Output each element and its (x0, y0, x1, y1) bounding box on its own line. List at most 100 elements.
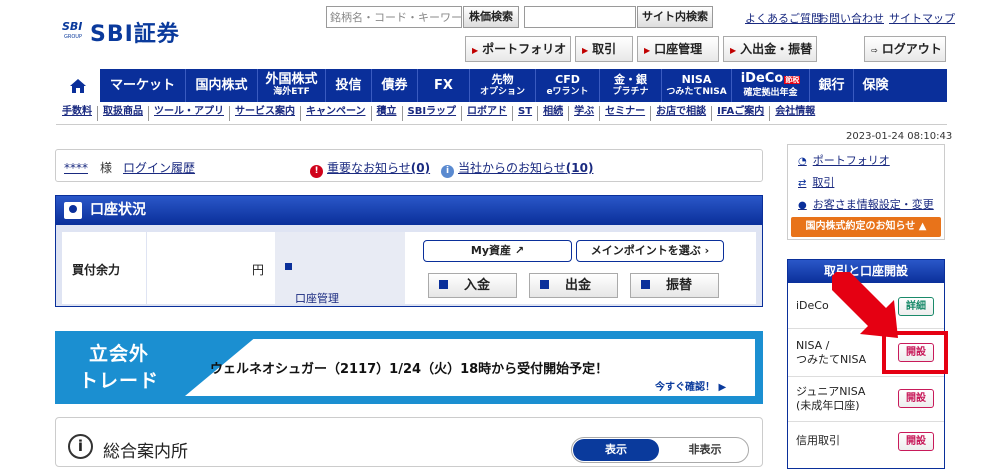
junior-nisa-row: ジュニアNISA (未成年口座) 開設 (788, 377, 944, 422)
deposit-transfer-button[interactable]: ▶ 入出金・振替 (723, 36, 817, 62)
nav-domestic-stock[interactable]: 国内株式 (186, 69, 258, 102)
subnav-link[interactable]: 積立 (372, 106, 403, 121)
subnav-link[interactable]: SBIラップ (403, 106, 463, 121)
banner-title-line2: トレード (79, 370, 160, 392)
account-transfer-button[interactable]: 振替 (630, 273, 719, 298)
sidebar-portfolio-link[interactable]: ◔ ポートフォリオ (798, 152, 890, 168)
deposit-button[interactable]: 入金 (428, 273, 517, 298)
nav-insurance[interactable]: 保険 (854, 69, 897, 102)
account-management-button[interactable]: ▶ 口座管理 (637, 36, 719, 62)
stock-search-button[interactable]: 株価検索 (463, 6, 519, 28)
company-notice-link[interactable]: i 当社からのお知らせ(10) (441, 159, 593, 178)
nav-label: 国内株式 (195, 78, 248, 93)
logo-mark: SBI (62, 20, 83, 33)
nav-nisa[interactable]: NISA つみたてNISA (662, 69, 732, 102)
buying-power-label: 買付余力 (72, 263, 121, 277)
subnav-link[interactable]: キャンペーン (301, 106, 372, 121)
subnav-link[interactable]: 会社情報 (770, 106, 820, 121)
nav-futures[interactable]: 先物 オプション (470, 69, 536, 102)
hide-toggle[interactable]: 非表示 (662, 439, 748, 461)
nav-funds[interactable]: 投信 (326, 69, 372, 102)
account-mgmt-cell: 口座管理 (275, 232, 405, 305)
withdraw-button[interactable]: 出金 (529, 273, 618, 298)
nav-cfd[interactable]: CFD eワラント (536, 69, 600, 102)
nav-market[interactable]: マーケット (100, 69, 186, 102)
banner-check-link[interactable]: 今すぐ確認！ ▶ (655, 378, 726, 393)
swap-icon: ⇄ (798, 178, 807, 189)
nav-bank[interactable]: 銀行 (810, 69, 854, 102)
off-floor-trade-banner[interactable]: 立会外トレード ウェルネオシュガー（2117）1/24（火）18時から受付開始予… (55, 331, 763, 404)
account-status-title: 口座状況 (90, 202, 146, 218)
contact-link[interactable]: お問い合わせ (818, 10, 884, 26)
tax-badge: 節税 (784, 75, 801, 84)
account-mgmt-link[interactable]: 口座管理 (285, 261, 339, 305)
triangle-icon: ▶ (644, 46, 651, 55)
domestic-notice-label: 国内株式約定のお知らせ (805, 221, 916, 232)
sidebar-trade-link[interactable]: ⇄ 取引 (798, 174, 834, 190)
subnav-link[interactable]: ツール・アプリ (149, 106, 230, 121)
deposit-label: 入金 (464, 278, 491, 293)
main-point-label: メインポイントを選ぶ (590, 244, 701, 257)
row-name: 信用取引 (796, 434, 840, 447)
nav-fx[interactable]: FX (418, 69, 470, 102)
subnav-link[interactable]: ST (513, 106, 539, 121)
nav-label: 金・銀 (614, 72, 647, 86)
logout-button[interactable]: ⇨ ログアウト (864, 36, 946, 62)
show-hide-toggle: 表示 非表示 (571, 437, 749, 463)
margin-open-button[interactable]: 開設 (898, 432, 934, 451)
junior-nisa-open-button[interactable]: 開設 (898, 389, 934, 408)
margin-trading-row: 信用取引 開設 (788, 422, 944, 462)
nav-label: iDeCo (740, 70, 784, 86)
sitemap-link[interactable]: サイトマップ (889, 10, 955, 26)
site-search-button[interactable]: サイト内検索 (637, 6, 713, 28)
subnav-link[interactable]: ロボアド (462, 106, 514, 121)
sub-nav: 手数料 取扱商品 ツール・アプリ サービス案内 キャンペーン 積立 SBIラップ… (62, 106, 942, 121)
subnav-link[interactable]: お店で相談 (651, 106, 713, 121)
my-assets-button[interactable]: My資産 ↗ (423, 240, 572, 262)
main-point-button[interactable]: メインポイントを選ぶ › (576, 240, 724, 262)
nav-label: 先物 (491, 72, 514, 86)
subnav-link[interactable]: サービス案内 (230, 106, 301, 121)
show-toggle[interactable]: 表示 (573, 439, 659, 461)
site-search-input[interactable] (524, 6, 636, 28)
login-history-link[interactable]: ログイン履歴 (123, 159, 195, 176)
nav-ideco[interactable]: iDeCo 節税 確定拠出年金 (732, 69, 810, 102)
faq-link[interactable]: よくあるご質問 (745, 10, 822, 26)
yen-unit: 円 (251, 263, 264, 277)
row-name: iDeCo (796, 299, 829, 312)
nav-gold[interactable]: 金・銀 プラチナ (600, 69, 662, 102)
portfolio-button[interactable]: ▶ ポートフォリオ (465, 36, 571, 62)
info-icon: i (441, 165, 454, 178)
nav-label: FX (434, 78, 453, 93)
banner-message: ウェルネオシュガー（2117）1/24（火）18時から受付開始予定！ (210, 362, 609, 377)
nav-sublabel: オプション (479, 86, 525, 97)
banner-check-label: 今すぐ確認！ (655, 382, 715, 393)
nav-foreign-stock[interactable]: 外国株式 海外ETF (258, 69, 326, 102)
important-notice-link[interactable]: ! 重要なお知らせ(0) (310, 159, 430, 178)
subnav-link[interactable]: 相続 (538, 106, 570, 121)
subnav-link[interactable]: セミナー (600, 106, 652, 121)
nav-bonds[interactable]: 債券 (372, 69, 418, 102)
subnav-link[interactable]: IFAご案内 (712, 106, 771, 121)
sbi-logo[interactable]: SBI GROUP SBI証券 (62, 18, 192, 52)
user-icon: ● (798, 200, 807, 211)
home-nav-item[interactable] (56, 69, 100, 102)
sidebar-link-label: ポートフォリオ (812, 154, 890, 167)
my-assets-label: My資産 (470, 244, 512, 257)
important-label: 重要なお知らせ (327, 161, 411, 175)
user-masked-name[interactable]: **** (64, 161, 88, 175)
stock-search-input[interactable]: 銘柄名・コード・キーワード (326, 6, 462, 28)
notice-bar: **** 様 ログイン履歴 ! 重要なお知らせ(0) i 当社からのお知らせ(10) (55, 149, 763, 182)
trade-button[interactable]: ▶ 取引 (575, 36, 633, 62)
subnav-link[interactable]: 手数料 (62, 106, 98, 121)
nav-sublabel: eワラント (546, 86, 589, 97)
nav-label: CFD (555, 72, 580, 86)
triangle-icon: ▶ (582, 46, 589, 55)
banner-title-line1: 立会外 (89, 343, 150, 365)
sidebar-settings-link[interactable]: ● お客さま情報設定・変更 (798, 196, 934, 212)
general-info-title: 総合案内所 (103, 442, 188, 462)
domestic-execution-notice-button[interactable]: 国内株式約定のお知らせ ▲ (791, 217, 941, 237)
subnav-link[interactable]: 学ぶ (569, 106, 601, 121)
account-status-header: 口座状況 (56, 196, 762, 225)
subnav-link[interactable]: 取扱商品 (98, 106, 149, 121)
